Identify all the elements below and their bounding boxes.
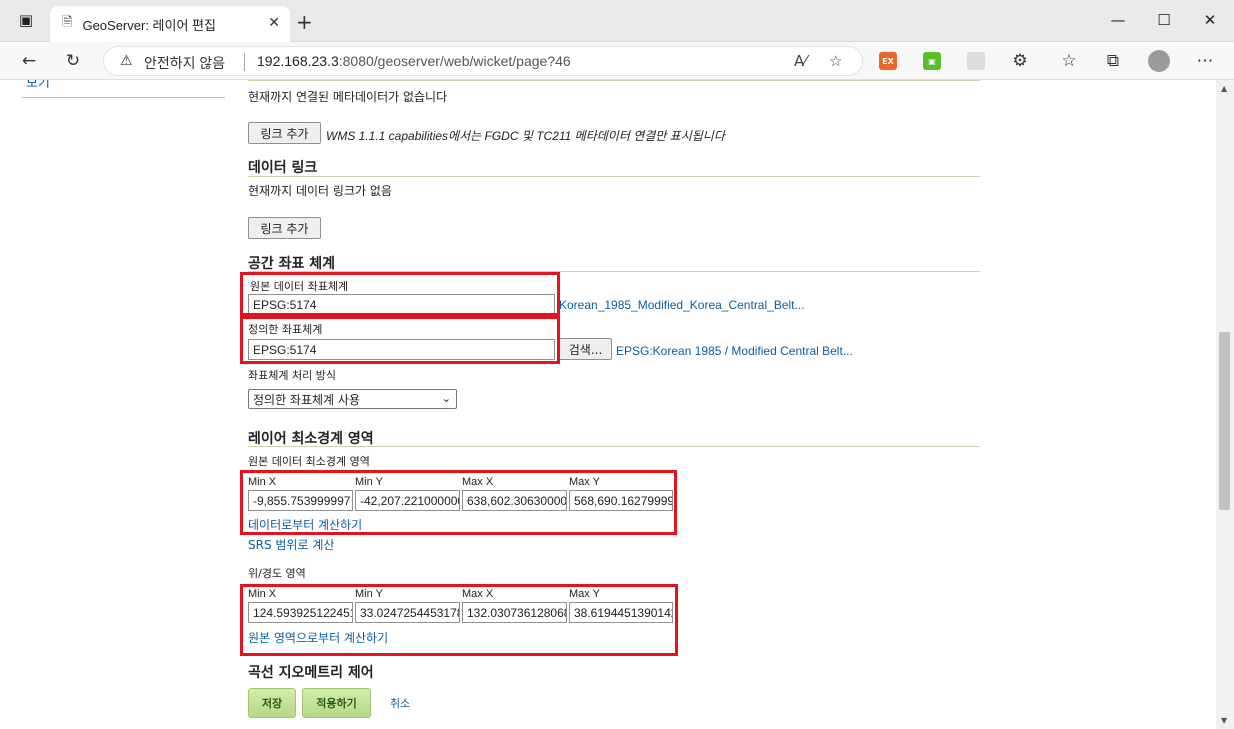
sidebar-link-partial[interactable]: 보기 — [26, 80, 50, 91]
section-divider — [248, 176, 980, 177]
scroll-up-icon[interactable]: ▲ — [1221, 84, 1227, 93]
section-divider — [248, 80, 980, 81]
latlon-bbox-label: 위/경도 영역 — [248, 567, 306, 580]
compute-from-srs-link[interactable]: SRS 범위로 계산 — [248, 536, 334, 553]
browser-tab-bar: ▣ 🗎 GeoServer: 레이어 편집 ✕ + — ☐ ✕ — [0, 0, 1234, 42]
url-field[interactable]: ⚠ 안전하지 않음 192.168.23.3:8080/geoserver/we… — [103, 46, 863, 76]
url-text[interactable]: 192.168.23.3:8080/geoserver/web/wicket/p… — [257, 53, 571, 69]
highlight-native-crs — [240, 272, 560, 316]
address-bar: ← ↻ ⚠ 안전하지 않음 192.168.23.3:8080/geoserve… — [0, 42, 1234, 80]
back-icon[interactable]: ← — [18, 50, 40, 72]
profile-avatar[interactable] — [1148, 50, 1170, 72]
extension-gray-icon[interactable] — [967, 52, 985, 70]
add-metadata-link-button[interactable]: 링크 추가 — [248, 122, 321, 144]
extensions-icon[interactable]: ⚙ — [1009, 50, 1031, 72]
crs-search-button[interactable]: 검색... — [559, 338, 612, 360]
section-divider — [248, 446, 980, 447]
close-window-icon[interactable]: ✕ — [1198, 8, 1222, 32]
minimize-icon[interactable]: — — [1106, 8, 1130, 32]
new-tab-icon[interactable]: + — [296, 10, 313, 34]
cancel-link[interactable]: 취소 — [390, 695, 410, 711]
warning-icon[interactable]: ⚠ — [120, 53, 133, 69]
chevron-down-icon: ⌄ — [441, 392, 451, 405]
add-data-link-button[interactable]: 링크 추가 — [248, 217, 321, 239]
declared-crs-link[interactable]: EPSG:Korean 1985 / Modified Central Belt… — [616, 344, 853, 358]
native-crs-link[interactable]: Korean_1985_Modified_Korea_Central_Belt.… — [559, 298, 805, 312]
native-bbox-label: 원본 데이터 최소경계 영역 — [248, 455, 370, 468]
data-links-none-text: 현재까지 데이터 링크가 없음 — [248, 184, 392, 198]
security-status[interactable]: 안전하지 않음 — [144, 53, 225, 73]
extension-ex-icon[interactable]: EX — [879, 52, 897, 70]
read-aloud-icon[interactable]: A⁄ — [794, 52, 807, 70]
page-icon: 🗎 — [62, 15, 73, 30]
srs-handling-label: 좌표체계 처리 방식 — [248, 369, 336, 382]
divider — [244, 53, 245, 71]
save-button[interactable]: 저장 — [248, 688, 296, 718]
tab-actions-icon[interactable]: ▣ — [14, 8, 38, 32]
srs-handling-value: 정의한 좌표체계 사용 — [253, 392, 360, 407]
scroll-down-icon[interactable]: ▼ — [1221, 716, 1227, 725]
highlight-native-bbox — [240, 470, 677, 535]
close-tab-icon[interactable]: ✕ — [268, 15, 280, 31]
maximize-icon[interactable]: ☐ — [1152, 8, 1176, 32]
extension-green-icon[interactable]: ▣ — [923, 52, 941, 70]
metadata-note: WMS 1.1.1 capabilities에서는 FGDC 및 TC211 메… — [326, 129, 725, 143]
refresh-icon[interactable]: ↻ — [62, 50, 84, 72]
data-links-heading: 데이터 링크 — [248, 160, 318, 176]
page-scrollbar[interactable]: ▲ ▼ — [1216, 80, 1234, 729]
highlight-latlon-bbox — [240, 584, 678, 656]
sidebar-divider — [22, 97, 225, 98]
apply-button[interactable]: 적용하기 — [302, 688, 371, 718]
favorite-add-icon[interactable]: ☆ — [829, 52, 842, 70]
collections-icon[interactable]: ⧉ — [1102, 50, 1124, 72]
crs-heading: 공간 좌표 체계 — [248, 256, 336, 272]
tab-title: GeoServer: 레이어 편집 — [82, 17, 216, 33]
curves-heading: 곡선 지오메트리 제어 — [248, 665, 374, 681]
scrollbar-thumb[interactable] — [1219, 332, 1230, 510]
more-menu-icon[interactable]: ⋯ — [1194, 50, 1216, 72]
bbox-heading: 레이어 최소경계 영역 — [248, 431, 374, 447]
favorites-icon[interactable]: ☆ — [1058, 50, 1080, 72]
highlight-declared-crs — [240, 316, 560, 364]
srs-handling-select[interactable]: 정의한 좌표체계 사용 ⌄ — [248, 389, 457, 409]
page-content: 보기 현재까지 연결된 메타데이터가 없습니다 링크 추가 WMS 1.1.1 … — [0, 80, 1216, 729]
browser-tab[interactable]: 🗎 GeoServer: 레이어 편집 ✕ — [50, 6, 290, 42]
metadata-none-text: 현재까지 연결된 메타데이터가 없습니다 — [248, 90, 448, 104]
